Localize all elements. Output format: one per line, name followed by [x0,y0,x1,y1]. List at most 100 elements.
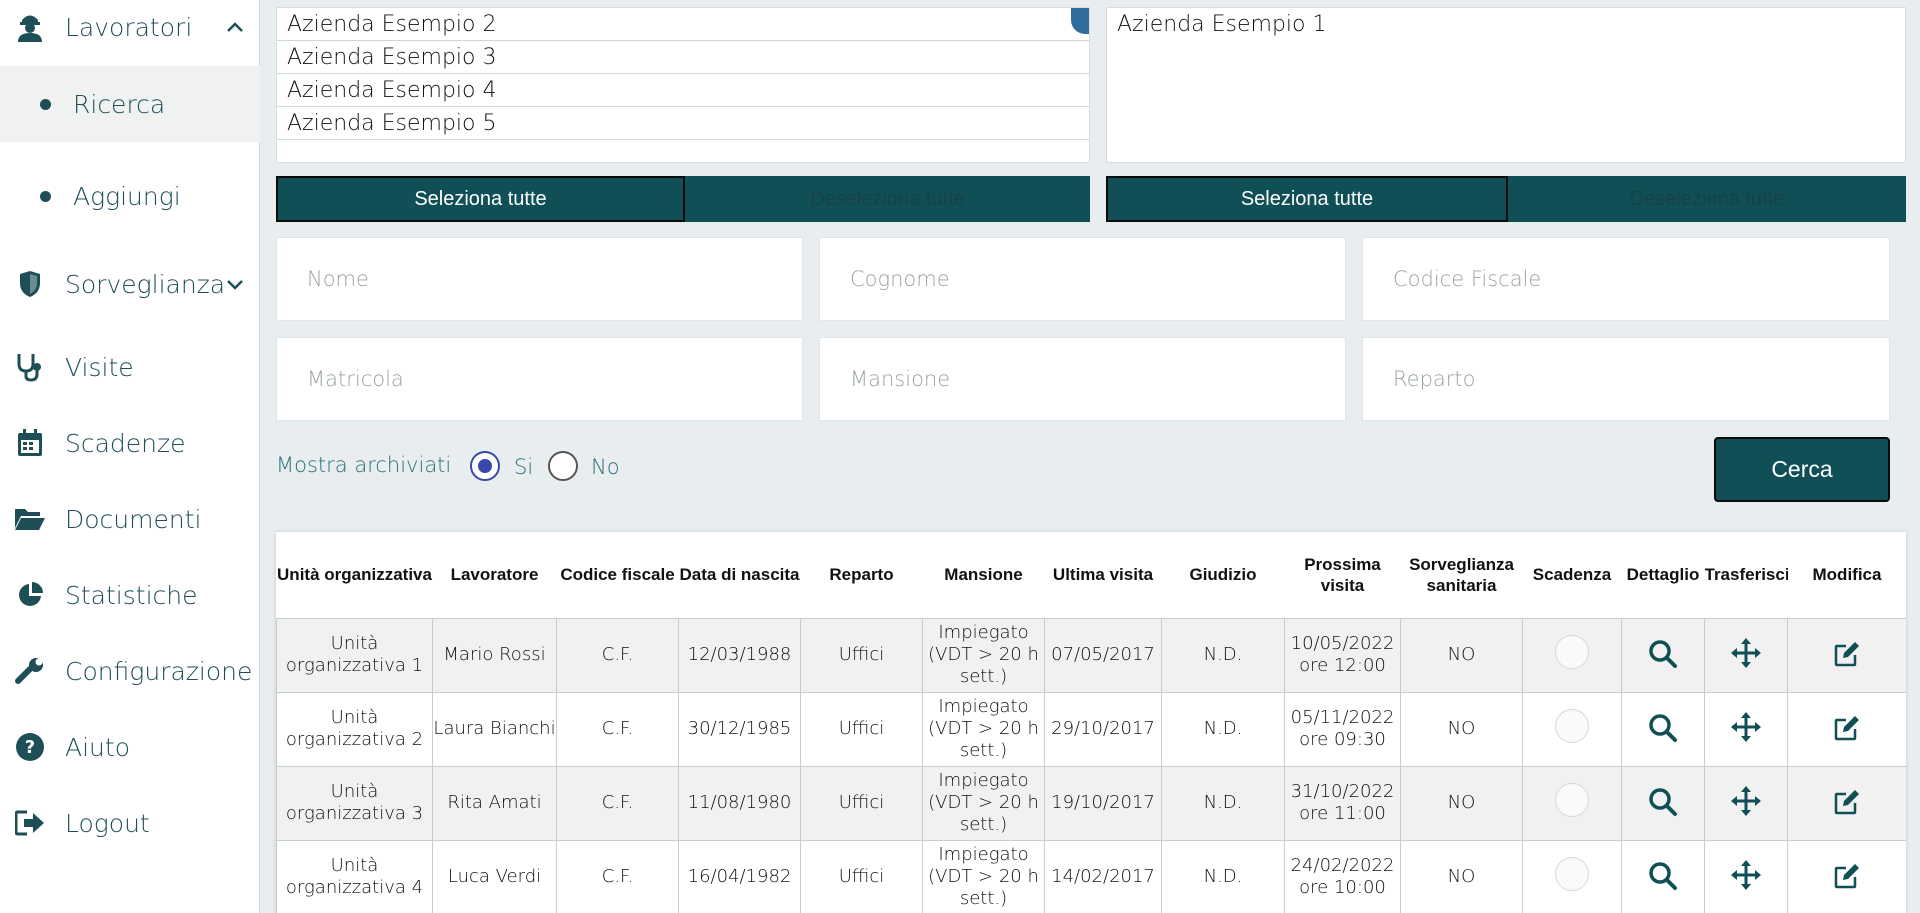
list-item[interactable]: Azienda Esempio 1 [1107,8,1905,41]
left-selection-bar: Seleziona tutte Deseleziona tutte [276,176,1090,222]
reparto-field[interactable] [1362,337,1890,421]
search-icon[interactable] [1645,636,1681,672]
column-header[interactable]: Scadenza [1523,532,1622,618]
move-icon[interactable] [1728,783,1764,819]
cell-sorveglianza: NO [1400,691,1523,767]
cell-ultima-visita: 07/05/2017 [1044,617,1162,693]
edit-icon[interactable] [1829,858,1865,894]
cell-ultima-visita: 29/10/2017 [1044,691,1162,767]
column-header: Dettaglio [1626,565,1700,585]
nome-input[interactable] [307,267,802,291]
wrench-icon [14,655,46,687]
column-header[interactable]: Unità organizzativa [277,532,433,618]
cognome-input[interactable] [850,267,1345,291]
search-icon[interactable] [1645,858,1681,894]
nav-lavoratori[interactable]: Lavoratori [0,0,260,57]
cell-giudizio: N.D. [1161,691,1285,767]
edit-icon[interactable] [1829,784,1865,820]
mansione-input[interactable] [850,367,1345,391]
cell-reparto: Uffici [800,765,923,841]
pie-chart-icon [14,579,46,611]
column-header[interactable]: Lavoratore [433,532,557,618]
cell-mansione: Impiegato (VDT > 20 h sett.) [922,691,1045,767]
matricola-input[interactable] [307,367,802,391]
select-all-button[interactable]: Seleziona tutte [276,176,685,222]
table-row: Unità organizzativa 4 Luca Verdi C.F. 16… [276,839,1906,913]
nav-label: Visite [65,352,134,382]
nav-configurazione[interactable]: Configurazione [0,641,260,701]
right-selection-bar: Seleziona tutte Deseleziona tutte [1106,176,1906,222]
nav-sub-aggiungi[interactable]: Aggiungi [0,158,260,234]
cell-giudizio: N.D. [1161,765,1285,841]
column-header: Modifica [1812,565,1882,585]
nav-sorveglianza[interactable]: Sorveglianza [0,254,260,314]
archived-no-radio[interactable] [548,451,578,481]
column-header[interactable]: Sorveglianza sanitaria [1401,532,1523,618]
nav-aiuto[interactable]: ? Aiuto [0,717,260,777]
column-header[interactable]: Prossima visita [1285,532,1401,618]
nav-label: Logout [65,808,150,838]
list-item[interactable]: Azienda Esempio 2 [277,8,1089,41]
column-header[interactable]: Reparto [801,532,923,618]
edit-icon[interactable] [1829,710,1865,746]
cell-prossima-visita: 05/11/2022 ore 09:30 [1284,691,1401,767]
reparto-input[interactable] [1393,367,1889,391]
nav-sub-label: Aggiungi [73,181,181,211]
worker-icon [14,11,46,43]
search-icon[interactable] [1645,784,1681,820]
nav-label: Scadenze [65,428,186,458]
column-header[interactable]: Mansione [923,532,1045,618]
nav-statistiche[interactable]: Statistiche [0,565,260,625]
available-companies-list[interactable]: Azienda Esempio 2 Azienda Esempio 3 Azie… [276,7,1090,163]
move-icon[interactable] [1728,635,1764,671]
move-icon[interactable] [1728,857,1764,893]
cell-ultima-visita: 14/02/2017 [1044,839,1162,913]
cell-cf: C.F. [556,765,679,841]
search-button[interactable]: Cerca [1714,437,1890,502]
codice-fiscale-input[interactable] [1393,267,1889,291]
column-header[interactable]: Data di nascita [679,532,801,618]
nome-field[interactable] [276,237,803,321]
list-item[interactable]: Azienda Esempio 4 [277,74,1089,107]
move-icon[interactable] [1728,709,1764,745]
archived-no-label[interactable]: No [591,455,620,479]
cell-sorveglianza: NO [1400,617,1523,693]
cell-nascita: 11/08/1980 [678,765,801,841]
edit-icon[interactable] [1829,636,1865,672]
column-header[interactable]: Codice fiscale [557,532,679,618]
cell-cf: C.F. [556,617,679,693]
list-item[interactable]: Azienda Esempio 5 [277,107,1089,140]
cell-giudizio: N.D. [1161,617,1285,693]
cell-dettaglio [1621,839,1705,913]
cell-dettaglio [1621,765,1705,841]
table-row: Unità organizzativa 2 Laura Bianchi C.F.… [276,691,1906,767]
nav-scadenze[interactable]: Scadenze [0,413,260,473]
column-header[interactable]: Ultima visita [1045,532,1162,618]
status-indicator [1555,635,1589,669]
deselect-all-button[interactable]: Deseleziona tutte [685,176,1090,222]
selected-companies-list[interactable]: Azienda Esempio 1 [1106,7,1906,163]
cell-unita: Unità organizzativa 4 [276,839,433,913]
nav-sub-ricerca[interactable]: Ricerca [0,66,260,142]
archived-yes-radio[interactable] [470,451,500,481]
nav-logout[interactable]: Logout [0,793,260,853]
cell-lavoratore: Rita Amati [432,765,557,841]
deselect-all-button[interactable]: Deseleziona tutte [1508,176,1906,222]
cell-scadenza [1522,691,1622,767]
archived-yes-label[interactable]: Si [514,455,533,479]
nav-documenti[interactable]: Documenti [0,489,260,549]
cell-cf: C.F. [556,691,679,767]
mansione-field[interactable] [819,337,1346,421]
cell-scadenza [1522,617,1622,693]
column-header[interactable]: Giudizio [1162,532,1285,618]
cell-unita: Unità organizzativa 2 [276,691,433,767]
cell-reparto: Uffici [800,617,923,693]
list-item[interactable]: Azienda Esempio 3 [277,41,1089,74]
select-all-button[interactable]: Seleziona tutte [1106,176,1508,222]
status-indicator [1555,709,1589,743]
codice-fiscale-field[interactable] [1362,237,1890,321]
nav-visite[interactable]: Visite [0,337,260,397]
search-icon[interactable] [1645,710,1681,746]
cognome-field[interactable] [819,237,1346,321]
matricola-field[interactable] [276,337,803,421]
